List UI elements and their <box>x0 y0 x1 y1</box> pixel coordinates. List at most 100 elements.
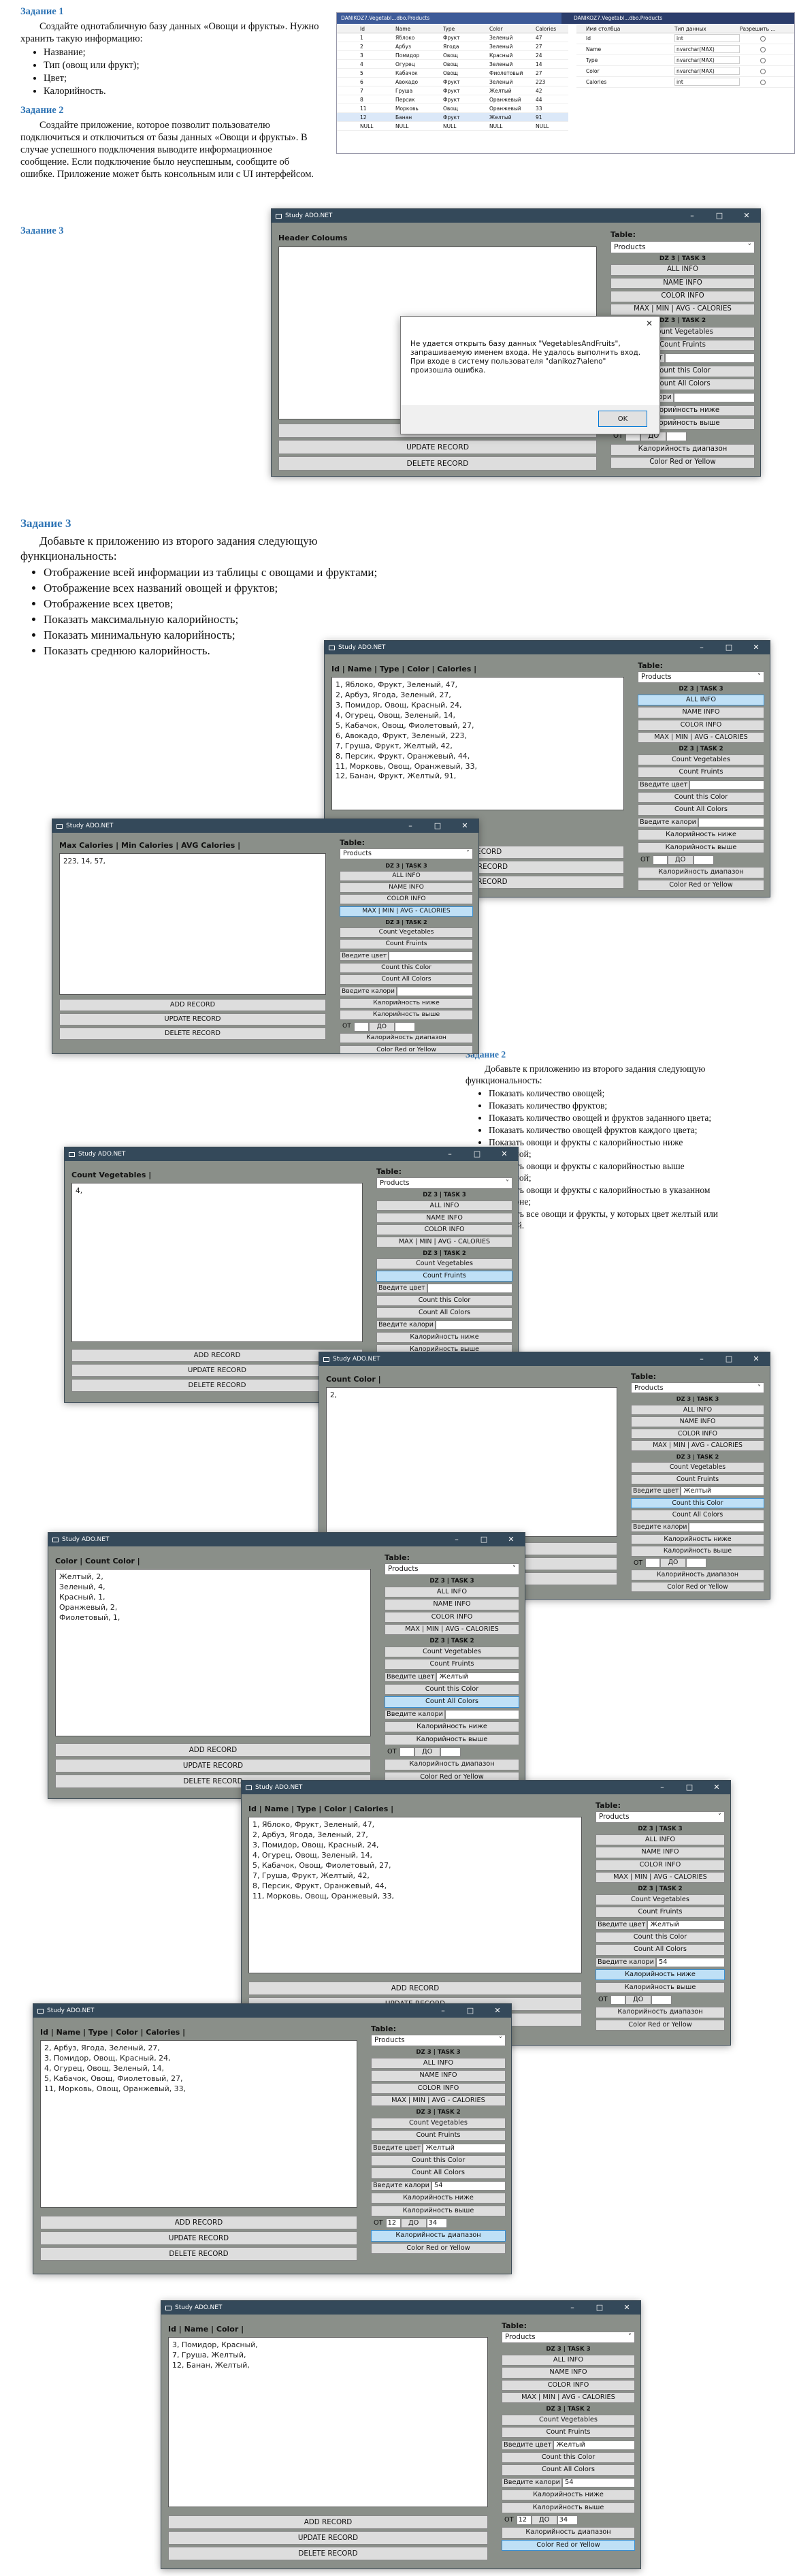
range-to-input[interactable] <box>651 1995 672 2005</box>
calories-range-button[interactable]: Калорийность диапазон <box>385 1759 519 1770</box>
table-row[interactable]: 8 Персик Фрукт Оранжевый 44 <box>337 95 568 104</box>
name-info-button[interactable]: NAME INFO <box>502 2367 635 2379</box>
count-this-color-button[interactable]: Count this Color <box>502 2452 635 2464</box>
table-row[interactable]: 5 Кабачок Овощ Фиолетовый 27 <box>337 69 568 78</box>
color-input[interactable]: Желтый <box>553 2440 635 2450</box>
range-from-input[interactable]: 12 <box>385 2219 401 2229</box>
close-button[interactable]: ✕ <box>743 641 770 654</box>
count-all-colors-button[interactable]: Count All Colors <box>631 1510 764 1521</box>
all-info-button[interactable]: ALL INFO <box>385 1587 519 1598</box>
calories-below-button[interactable]: Калорийность ниже <box>371 2193 506 2204</box>
calories-input[interactable] <box>689 1522 764 1532</box>
count-this-color-button[interactable]: Count this Color <box>371 2155 506 2167</box>
range-to-input[interactable]: 34 <box>426 2219 447 2229</box>
calories-above-button[interactable]: Калорийность выше <box>638 842 764 853</box>
range-to-input[interactable] <box>666 432 687 442</box>
maximize-button[interactable]: □ <box>715 1352 743 1366</box>
all-info-button[interactable]: ALL INFO <box>502 2355 635 2366</box>
count-vegetables-button[interactable]: Count Vegetables <box>385 1646 519 1657</box>
name-info-button[interactable]: NAME INFO <box>371 2070 506 2082</box>
calories-input[interactable] <box>396 986 473 996</box>
close-button[interactable]: ✕ <box>613 2301 640 2315</box>
allow-null-checkbox[interactable] <box>760 80 766 85</box>
calories-stats-button[interactable]: MAX | MIN | AVG - CALORIES <box>596 1872 725 1883</box>
table-select[interactable]: Products ˅ <box>385 1563 519 1576</box>
name-info-button[interactable]: NAME INFO <box>385 1599 519 1610</box>
minimize-button[interactable]: – <box>429 2004 457 2018</box>
output-textbox[interactable]: 4, <box>71 1182 363 1342</box>
red-or-yellow-button[interactable]: Color Red or Yellow <box>638 879 764 891</box>
minimize-button[interactable]: – <box>559 2301 586 2315</box>
color-info-button[interactable]: COLOR INFO <box>376 1224 512 1236</box>
all-info-button[interactable]: ALL INFO <box>376 1200 512 1211</box>
count-all-colors-button[interactable]: Count All Colors <box>385 1696 519 1708</box>
count-fruits-button[interactable]: Count Fruints <box>340 939 473 950</box>
range-from-input[interactable]: 12 <box>516 2515 532 2526</box>
range-from-input[interactable] <box>353 1021 369 1032</box>
color-input[interactable] <box>689 780 764 790</box>
calories-range-button[interactable]: Калорийность диапазон <box>610 444 755 456</box>
range-to-input[interactable]: 34 <box>557 2515 578 2526</box>
calories-range-button[interactable]: Калорийность диапазон <box>502 2527 635 2539</box>
calories-below-button[interactable]: Калорийность ниже <box>376 1331 512 1343</box>
calories-above-button[interactable]: Калорийность выше <box>502 2502 635 2513</box>
allow-null-checkbox[interactable] <box>760 36 766 42</box>
color-info-button[interactable]: COLOR INFO <box>631 1428 764 1440</box>
minimize-button[interactable]: – <box>397 819 424 833</box>
calories-stats-button[interactable]: MAX | MIN | AVG - CALORIES <box>385 1624 519 1636</box>
name-info-button[interactable]: NAME INFO <box>610 277 755 289</box>
maximize-button[interactable]: □ <box>470 1533 498 1546</box>
output-textbox[interactable]: 1, Яблоко, Фрукт, Зеленый, 47, 2, Арбуз,… <box>331 676 624 810</box>
color-input[interactable]: Желтый <box>647 1920 725 1930</box>
table-row[interactable]: Color nvarchar(MAX) <box>576 66 794 77</box>
calories-above-button[interactable]: Калорийность выше <box>385 1734 519 1745</box>
delete-record-button[interactable]: DELETE RECORD <box>168 2546 488 2560</box>
color-info-button[interactable]: COLOR INFO <box>502 2379 635 2391</box>
count-this-color-button[interactable]: Count this Color <box>631 1497 764 1509</box>
output-textbox[interactable]: Желтый, 2, Зеленый, 4, Красный, 1, Оранж… <box>55 1568 371 1736</box>
calories-range-button[interactable]: Калорийность диапазон <box>638 867 764 878</box>
calories-range-button[interactable]: Калорийность диапазон <box>340 1033 473 1044</box>
count-fruits-button[interactable]: Count Fruints <box>502 2427 635 2438</box>
table-row[interactable]: 12 Банан Фрукт Желтый 91 <box>337 113 568 122</box>
output-textbox[interactable]: 223, 14, 57, <box>59 853 326 995</box>
minimize-button[interactable]: – <box>688 641 715 654</box>
range-from-input[interactable] <box>645 1558 661 1568</box>
calories-input[interactable] <box>673 392 755 402</box>
count-vegetables-button[interactable]: Count Vegetables <box>340 927 473 938</box>
count-this-color-button[interactable]: Count this Color <box>385 1684 519 1696</box>
name-info-button[interactable]: NAME INFO <box>340 882 473 893</box>
calories-stats-button[interactable]: MAX | MIN | AVG - CALORIES <box>376 1237 512 1247</box>
count-vegetables-button[interactable]: Count Vegetables <box>376 1258 512 1270</box>
calories-input[interactable]: 54 <box>562 2477 635 2487</box>
ssms-tab[interactable]: DANIKOZ7.Vegetabl...dbo.Products <box>337 13 561 24</box>
all-info-button[interactable]: ALL INFO <box>638 695 764 706</box>
table-row[interactable]: NULL NULL NULL NULL NULL <box>337 122 568 131</box>
maximize-button[interactable]: □ <box>424 819 451 833</box>
all-info-button[interactable]: ALL INFO <box>610 264 755 276</box>
count-this-color-button[interactable]: Count this Color <box>638 792 764 804</box>
calories-below-button[interactable]: Калорийность ниже <box>340 998 473 1008</box>
calories-stats-button[interactable]: MAX | MIN | AVG - CALORIES <box>371 2095 506 2107</box>
red-or-yellow-button[interactable]: Color Red or Yellow <box>502 2539 635 2551</box>
add-record-button[interactable]: ADD RECORD <box>55 1743 371 1757</box>
red-or-yellow-button[interactable]: Color Red or Yellow <box>610 457 755 469</box>
color-info-button[interactable]: COLOR INFO <box>371 2082 506 2094</box>
update-record-button[interactable]: UPDATE RECORD <box>278 440 597 455</box>
count-all-colors-button[interactable]: Count All Colors <box>502 2464 635 2476</box>
red-or-yellow-button[interactable]: Color Red or Yellow <box>631 1581 764 1593</box>
color-info-button[interactable]: COLOR INFO <box>610 290 755 302</box>
maximize-button[interactable]: □ <box>586 2301 613 2315</box>
calories-above-button[interactable]: Калорийность выше <box>371 2205 506 2216</box>
calories-range-button[interactable]: Калорийность диапазон <box>596 2007 725 2018</box>
count-vegetables-button[interactable]: Count Vegetables <box>502 2414 635 2426</box>
minimize-button[interactable]: – <box>688 1352 715 1366</box>
table-row[interactable]: 4 Огурец Овощ Зеленый 14 <box>337 60 568 69</box>
ssms-tab[interactable]: DANIKOZ7.Vegetabl...dbo.Products <box>570 13 794 24</box>
calories-above-button[interactable]: Калорийность выше <box>631 1546 764 1557</box>
table-select[interactable]: Products ˅ <box>340 848 473 860</box>
table-row[interactable]: 1 Яблоко Фрукт Зеленый 47 <box>337 33 568 42</box>
allow-null-checkbox[interactable] <box>760 69 766 74</box>
table-row[interactable]: Calories int <box>576 77 794 88</box>
minimize-button[interactable]: – <box>443 1533 470 1546</box>
